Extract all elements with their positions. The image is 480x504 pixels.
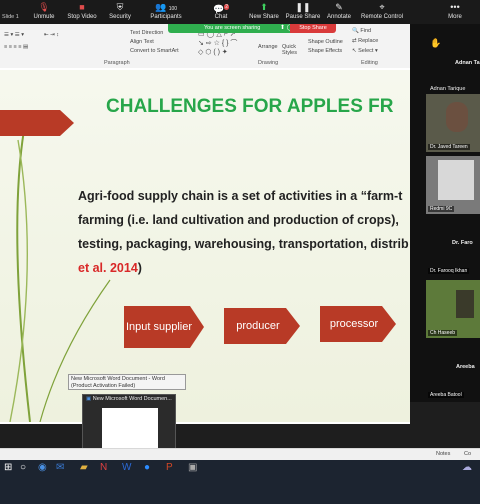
edge-icon[interactable]: ◉ bbox=[38, 462, 50, 474]
avatar bbox=[446, 102, 468, 132]
comments-button[interactable]: Co bbox=[464, 451, 471, 457]
slide: CHALLENGES FOR APPLES FR Agri-food suppl… bbox=[0, 70, 410, 422]
remote-control-button[interactable]: ⌖ Remote Control bbox=[356, 2, 408, 24]
more-dots-icon: ••• bbox=[450, 2, 460, 12]
flow-label-processor: processor bbox=[329, 317, 379, 330]
text-direction-button[interactable]: Text Direction bbox=[130, 30, 163, 36]
search-icon: 🔍 bbox=[352, 28, 359, 34]
slide-label: Slide 1 bbox=[2, 14, 19, 20]
participant-tile-label: Areeba Batool bbox=[428, 392, 464, 398]
participant-tile[interactable]: Dr. Farooq Ikhan bbox=[426, 262, 480, 276]
shield-icon: ⛨ bbox=[116, 2, 124, 12]
people-icon: 👥 100 bbox=[154, 2, 178, 12]
participants-count: 100 bbox=[168, 6, 178, 12]
indent-icon[interactable]: ⇤ ⇥ ↕ bbox=[44, 32, 59, 38]
mail-icon[interactable]: ✉ bbox=[56, 462, 68, 474]
zoom-toolbar: Slide 1 🎙 Unmute ■ Stop Video ⛨ Security 👥 … bbox=[0, 0, 480, 24]
preview-title: ▣ New Microsoft Word Documen... bbox=[86, 396, 172, 402]
participant-video-tile[interactable]: Dr. Javed Tareen bbox=[426, 94, 480, 152]
screen-sharing-text: You are screen sharing bbox=[204, 25, 261, 31]
body-line-3: testing, packaging, warehousing, transpo… bbox=[78, 237, 409, 251]
align-icons[interactable]: ≡ ≡ ≡ ≡ ▤ bbox=[4, 44, 28, 50]
align-text-button[interactable]: Align Text bbox=[130, 39, 154, 45]
participants-button[interactable]: 👥 100 Participants bbox=[140, 2, 192, 24]
body-close-paren: ) bbox=[137, 261, 142, 275]
participant-video-tile[interactable]: Redmi 9C bbox=[426, 156, 480, 214]
weather-icon[interactable]: ☁ bbox=[462, 462, 474, 474]
participant-tile-label: Dr. Farooq Ikhan bbox=[428, 268, 470, 274]
slide-body-text: Agri-food supply chain is a set of activ… bbox=[78, 184, 410, 280]
flow-box-producer: producer bbox=[224, 308, 300, 344]
window-tooltip: New Microsoft Word Document - Word (Prod… bbox=[68, 374, 186, 390]
netflix-icon[interactable]: N bbox=[100, 462, 112, 474]
video-frame bbox=[438, 160, 474, 200]
find-button[interactable]: 🔍 Find bbox=[352, 28, 371, 34]
select-button[interactable]: ↖ Select ▾ bbox=[352, 48, 378, 54]
title-arrow-shape bbox=[0, 110, 74, 136]
body-citation: et al. 2014 bbox=[78, 261, 138, 275]
flow-box-processor: processor bbox=[320, 306, 396, 342]
flow-label-input-supplier: Input supplier bbox=[125, 320, 193, 333]
flow-label-producer: producer bbox=[236, 319, 280, 332]
paragraph-group-label: Paragraph bbox=[104, 60, 130, 66]
participant-tile[interactable]: Areeba Batool bbox=[426, 386, 480, 400]
replace-button[interactable]: ⇄ Replace bbox=[352, 38, 378, 44]
chat-badge: 2 bbox=[224, 4, 229, 10]
participant-header-2: Dr. Faro bbox=[452, 240, 473, 246]
flow-box-input-supplier: Input supplier bbox=[124, 306, 204, 348]
participant-tile-label: Ch Haseeb bbox=[428, 330, 458, 336]
convert-smartart-button[interactable]: Convert to SmartArt bbox=[130, 48, 179, 54]
participant-header-1: Adnan Ta bbox=[455, 60, 480, 66]
start-icon[interactable]: ⊞ bbox=[4, 462, 16, 474]
notes-button[interactable]: Notes bbox=[436, 451, 450, 457]
app-icon[interactable]: ▣ bbox=[188, 462, 200, 474]
participant-name: Adnan Tarique bbox=[430, 86, 466, 92]
editing-group-label: Editing bbox=[361, 60, 378, 66]
participant-header-3: Areeba bbox=[456, 364, 475, 370]
file-explorer-icon[interactable]: ▰ bbox=[80, 462, 92, 474]
slide-title: CHALLENGES FOR APPLES FR bbox=[106, 96, 394, 117]
word-taskbar-icon[interactable]: W bbox=[122, 462, 134, 474]
replace-icon: ⇄ bbox=[352, 38, 357, 44]
word-icon: ▣ bbox=[86, 396, 92, 402]
arrange-button[interactable]: Arrange bbox=[258, 44, 278, 50]
more-button[interactable]: ••• More bbox=[432, 2, 478, 24]
participant-tile-label: Dr. Javed Tareen bbox=[428, 144, 470, 150]
shapes-gallery[interactable]: ▭ ◯ △ ⌐ ↗ ↘ ⇨ ☆ { } ⌒ ◇ ⬡ ( ) ✦ bbox=[198, 30, 254, 58]
preview-document-page bbox=[102, 408, 158, 452]
bullets-icon[interactable]: ☰ ▾ ☰ ▾ bbox=[4, 32, 24, 38]
security-button[interactable]: ⛨ Security bbox=[94, 2, 146, 24]
drawing-group-label: Drawing bbox=[258, 60, 279, 66]
zoom-taskbar-icon[interactable]: ● bbox=[144, 462, 156, 474]
remote-control-icon: ⌖ bbox=[379, 2, 385, 12]
shape-effects-button[interactable]: Shape Effects bbox=[308, 48, 342, 54]
shape-outline-button[interactable]: Shape Outline bbox=[308, 39, 343, 45]
video-frame bbox=[456, 290, 474, 318]
cursor-icon: ↖ bbox=[352, 48, 357, 54]
body-line-4: et al. 2014) bbox=[78, 256, 410, 280]
participant-video-tile[interactable]: Ch Haseeb bbox=[426, 280, 480, 338]
quick-styles-button[interactable]: Quick Styles bbox=[282, 44, 298, 56]
body-line-1: Agri-food supply chain is a set of activ… bbox=[78, 189, 403, 203]
powerpoint-taskbar-icon[interactable]: P bbox=[166, 462, 178, 474]
body-line-2: farming (i.e. land cultivation and produ… bbox=[78, 213, 399, 227]
stop-share-button[interactable]: Stop Share bbox=[290, 24, 336, 33]
search-icon[interactable]: ○ bbox=[20, 462, 32, 474]
raised-hand-icon: ✋ bbox=[430, 38, 442, 48]
participant-tile-label: Redmi 9C bbox=[428, 206, 455, 212]
windows-taskbar bbox=[0, 460, 480, 504]
